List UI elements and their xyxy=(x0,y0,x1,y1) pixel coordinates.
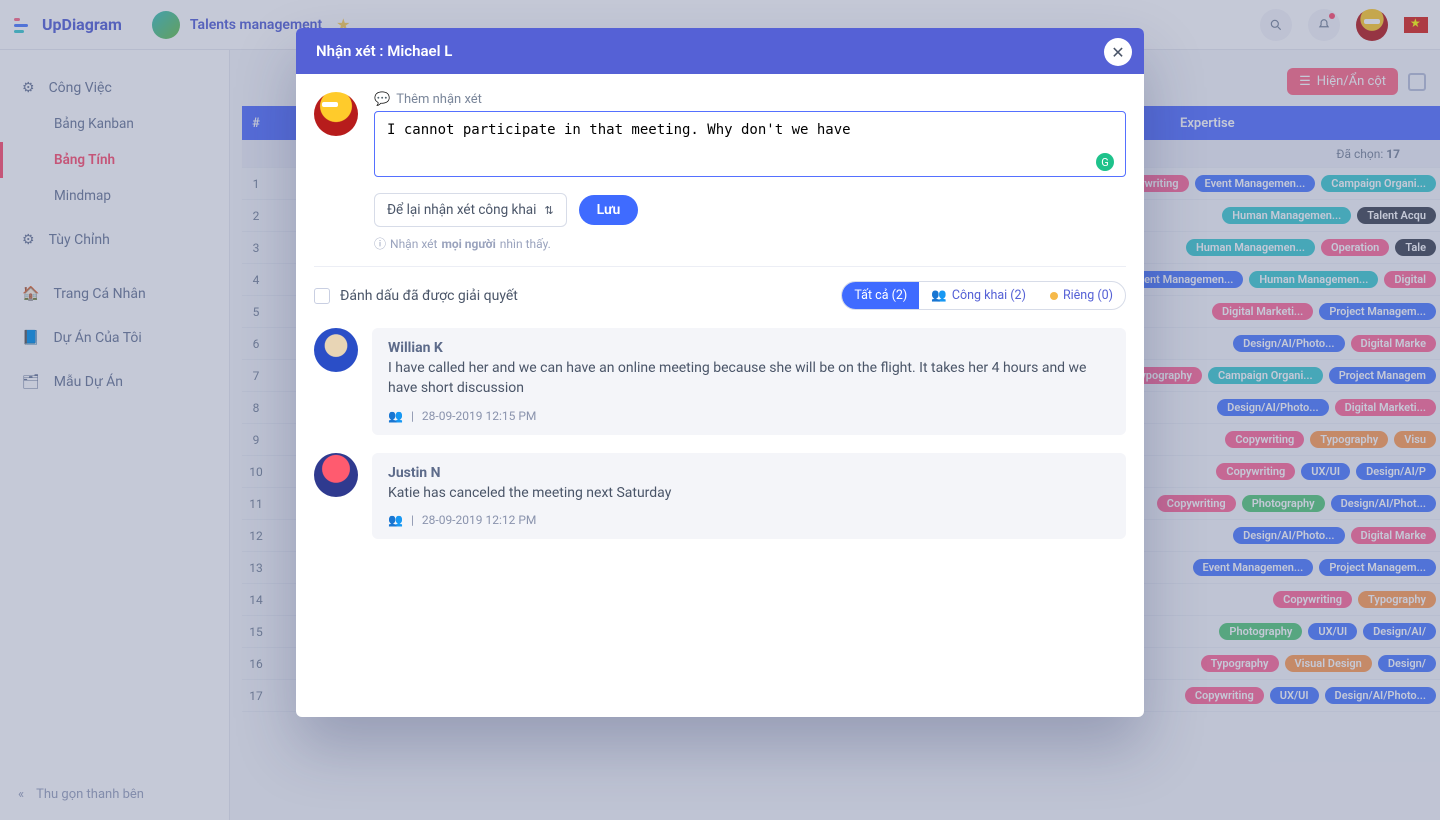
tab-private[interactable]: Riêng (0) xyxy=(1038,282,1125,309)
people-icon: 👥 xyxy=(388,409,403,423)
resolved-label[interactable]: Đánh dấu đã được giải quyết xyxy=(340,288,518,304)
comment-text: I have called her and we can have an onl… xyxy=(388,358,1110,399)
speech-icon: 💬 xyxy=(374,92,390,107)
comment-text: Katie has canceled the meeting next Satu… xyxy=(388,483,1110,503)
people-icon: 👥 xyxy=(388,513,403,527)
compose-avatar xyxy=(314,92,358,136)
comment-textarea[interactable] xyxy=(374,111,1126,177)
tab-public-label: Công khai (2) xyxy=(952,288,1026,303)
visibility-label: Để lại nhận xét công khai xyxy=(387,202,536,218)
info-icon: ⓘ xyxy=(374,235,386,252)
visibility-select[interactable]: Để lại nhận xét công khai ⇅ xyxy=(374,193,567,227)
comments-modal: Nhận xét : Michael L ✕ 💬 Thêm nhận xét G … xyxy=(296,28,1144,717)
comments-filter-row: Đánh dấu đã được giải quyết Tất cả (2) 👥… xyxy=(314,281,1126,310)
comment-item: Justin N Katie has canceled the meeting n… xyxy=(314,453,1126,539)
chevron-updown-icon: ⇅ xyxy=(544,204,553,217)
meta-sep: | xyxy=(411,409,414,423)
hint-post: nhìn thấy. xyxy=(500,237,551,251)
comment-timestamp: 28-09-2019 12:15 PM xyxy=(422,409,536,423)
hint-pre: Nhận xét xyxy=(390,237,437,251)
comment-bubble: Willian K I have called her and we can ha… xyxy=(372,328,1126,435)
modal-title: Nhận xét : Michael L xyxy=(316,42,452,60)
lock-icon xyxy=(1050,292,1058,300)
tab-all-label: Tất cả (2) xyxy=(854,288,907,303)
grammarly-icon: G xyxy=(1096,153,1114,171)
tab-all[interactable]: Tất cả (2) xyxy=(842,282,919,309)
modal-close-button[interactable]: ✕ xyxy=(1104,38,1132,66)
comment-author: Willian K xyxy=(388,340,1110,356)
meta-sep: | xyxy=(411,513,414,527)
comment-avatar xyxy=(314,328,358,372)
save-comment-button[interactable]: Lưu xyxy=(579,195,639,225)
comment-meta: 👥 | 28-09-2019 12:15 PM xyxy=(388,409,1110,423)
tab-public[interactable]: 👥 Công khai (2) xyxy=(919,282,1038,309)
compose-area: 💬 Thêm nhận xét G Để lại nhận xét công kh… xyxy=(314,92,1126,252)
comment-meta: 👥 | 28-09-2019 12:12 PM xyxy=(388,513,1110,527)
comment-item: Willian K I have called her and we can ha… xyxy=(314,328,1126,435)
save-label: Lưu xyxy=(597,202,621,218)
resolved-checkbox[interactable] xyxy=(314,288,330,304)
modal-header: Nhận xét : Michael L xyxy=(296,28,1144,74)
comment-tabs: Tất cả (2) 👥 Công khai (2) Riêng (0) xyxy=(841,281,1126,310)
people-icon: 👥 xyxy=(931,288,947,303)
compose-label: Thêm nhận xét xyxy=(396,92,482,107)
comment-bubble: Justin N Katie has canceled the meeting n… xyxy=(372,453,1126,539)
close-icon: ✕ xyxy=(1111,43,1124,62)
tab-private-label: Riêng (0) xyxy=(1063,288,1113,303)
modal-overlay: Nhận xét : Michael L ✕ 💬 Thêm nhận xét G … xyxy=(0,0,1440,820)
comment-timestamp: 28-09-2019 12:12 PM xyxy=(422,513,536,527)
comment-avatar xyxy=(314,453,358,497)
visibility-hint: ⓘ Nhận xét mọi người nhìn thấy. xyxy=(374,235,1126,252)
hint-bold: mọi người xyxy=(441,237,495,251)
comment-author: Justin N xyxy=(388,465,1110,481)
